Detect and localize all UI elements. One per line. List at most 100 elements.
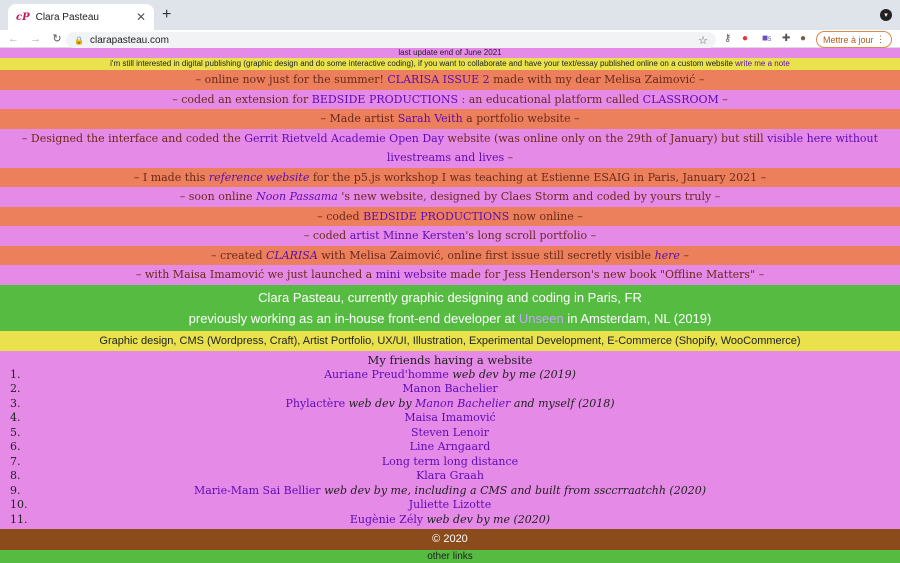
new-tab-icon[interactable]: + [162, 6, 171, 24]
news-text: made for Jess Henderson's new book "Offl… [446, 268, 765, 281]
news-text: – created [211, 248, 266, 262]
news-item: – with Maisa Imamović we just launched a… [0, 265, 900, 285]
avatar[interactable]: ● [800, 33, 806, 44]
news-text: – with Maisa Imamović we just launched a [135, 268, 376, 281]
news-text: 's new website, designed by Claes Storm … [337, 190, 721, 203]
news-link[interactable]: Noon Passama [256, 190, 338, 203]
news-text: with Melisa Zaimović, online first issue… [317, 248, 655, 262]
last-update: last update end of June 2021 [0, 48, 900, 58]
news-link[interactable]: Sarah Veith [398, 112, 463, 125]
reload-icon[interactable]: ↻ [52, 32, 62, 45]
favicon-icon: cP [16, 11, 30, 23]
browser-tab[interactable]: cP Clara Pasteau ✕ [8, 4, 154, 30]
forward-icon[interactable]: → [30, 33, 41, 45]
other-links-link[interactable]: other links [427, 551, 473, 562]
friend-number: 7. [10, 454, 21, 468]
news-text: – soon online [179, 190, 257, 203]
news-link[interactable]: mini website [376, 268, 447, 281]
extension-badge-icon[interactable]: ■5 [762, 33, 771, 44]
news-item: – created CLARISA with Melisa Zaimović, … [0, 245, 900, 265]
news-text: for the p5.js workshop I was teaching at… [309, 170, 767, 184]
news-text: website (was online only on the 29th of … [443, 131, 768, 145]
unseen-link[interactable]: Unseen [519, 311, 564, 326]
back-icon[interactable]: ← [8, 33, 19, 45]
friend-item: 2. Manon Bachelier [0, 382, 900, 397]
friend-number: 6. [10, 440, 21, 453]
news-text: – [718, 92, 728, 106]
friend-number: 10. [10, 498, 28, 511]
friend-item: 1. Auriane Preud'homme web dev by me (201… [0, 368, 900, 383]
browser-toolbar: ← → ↻ 🔒 clarapasteau.com ☆ ⚷ ● ■5 ✚ ● Me… [0, 30, 900, 48]
write-note-link[interactable]: write me a note [735, 59, 790, 68]
lock-icon[interactable]: 🔒 [74, 36, 84, 45]
news-text: – I made this [133, 170, 209, 184]
news-text: – Designed the interface and coded the [21, 131, 245, 145]
friend-link[interactable]: Juliette Lizotte [409, 498, 491, 511]
news-link[interactable]: reference website [209, 171, 309, 184]
collab-text: i'm still interested in digital publishi… [110, 59, 733, 68]
friend-number: 8. [10, 469, 21, 482]
bookmark-star-icon[interactable]: ☆ [698, 34, 708, 47]
friend-note: web dev by me (2020) [423, 512, 551, 526]
friend-note: web dev by me, including a CMS and built… [320, 483, 707, 497]
puzzle-icon[interactable]: ✚ [782, 33, 790, 44]
key-icon[interactable]: ⚷ [724, 33, 731, 44]
browser-tab-strip: cP Clara Pasteau ✕ + ▾ [0, 0, 900, 30]
news-text: – coded [303, 229, 350, 242]
friend-link[interactable]: Marie-Mam Sai Bellier [194, 484, 321, 497]
address-bar[interactable]: 🔒 clarapasteau.com ☆ [66, 32, 716, 48]
friend-note: web dev by [345, 396, 416, 410]
friend-link[interactable]: Long term long distance [382, 455, 518, 468]
friend-link[interactable]: Klara Graah [416, 469, 484, 482]
friend-link[interactable]: Manon Bachelier [402, 382, 497, 395]
update-button-label: Mettre à jour [822, 34, 874, 45]
news-item: – coded artist Minne Kersten's long scro… [0, 226, 900, 246]
collab-banner: i'm still interested in digital publishi… [0, 58, 900, 70]
friend-link[interactable]: Eugènie Zély [350, 513, 423, 526]
friend-number: 11. [10, 512, 28, 526]
news-link[interactable]: CLARISA ISSUE 2 [387, 73, 489, 86]
news-text: now online – [509, 209, 583, 223]
news-link[interactable]: Gerrit Rietveld Academie Open Day [244, 132, 444, 145]
friend-link[interactable]: Steven Lenoir [411, 426, 489, 439]
friends-list: 1. Auriane Preud'homme web dev by me (201… [0, 368, 900, 528]
skills-bar: Graphic design, CMS (Wordpress, Craft), … [0, 330, 900, 351]
friends-title: My friends having a website [367, 352, 533, 367]
news-link[interactable]: BEDSIDE PRODUCTIONS [312, 93, 458, 106]
news-link[interactable]: artist Minne Kersten [350, 229, 466, 242]
news-item: – online now just for the summer! CLARIS… [0, 70, 900, 90]
news-link[interactable]: here [655, 249, 680, 262]
friend-link[interactable]: Manon Bachelier [415, 397, 510, 410]
friend-number: 4. [10, 411, 21, 424]
news-text: – coded an extension for [172, 92, 312, 106]
friend-item: 8. Klara Graah [0, 469, 900, 484]
friend-item: 6. Line Arngaard [0, 440, 900, 455]
news-link[interactable]: BEDSIDE PRODUCTIONS [363, 210, 509, 223]
news-text: a portfolio website – [462, 112, 580, 125]
close-icon[interactable]: ✕ [136, 10, 146, 24]
news-text: – online now just for the summer! [195, 73, 388, 86]
friend-number: 3. [10, 396, 21, 410]
news-text: – Made artist [320, 112, 398, 125]
friend-link[interactable]: Line Arngaard [410, 440, 491, 453]
intro-line-2-text: previously working as an in-house front-… [188, 310, 519, 326]
news-link[interactable]: CLARISA [266, 249, 318, 262]
news-link[interactable]: CLASSROOM [643, 93, 719, 106]
news-item: – Designed the interface and coded the G… [0, 128, 900, 168]
friend-link[interactable]: Maisa Imamović [404, 411, 495, 424]
news-text: 's long scroll portfolio – [465, 229, 597, 242]
website-content: last update end of June 2021 i'm still i… [0, 48, 900, 563]
tab-title: Clara Pasteau [35, 11, 99, 23]
intro-line-2: previously working as an in-house front-… [0, 308, 900, 329]
friend-link[interactable]: Phylactère [285, 397, 345, 410]
friend-number: 5. [10, 425, 21, 439]
other-links: other links [0, 550, 900, 563]
friend-link[interactable]: Auriane Preud'homme [324, 368, 449, 381]
tab-search-icon[interactable]: ▾ [880, 9, 892, 21]
update-button[interactable]: Mettre à jour ⋮ [815, 31, 892, 48]
news-item: – coded BEDSIDE PRODUCTIONS now online – [0, 206, 900, 226]
news-text: – [679, 248, 689, 262]
news-text: : an educational platform called [458, 92, 643, 106]
news-item: – I made this reference website for the … [0, 167, 900, 187]
extension-shield-icon[interactable]: ● [742, 33, 748, 44]
